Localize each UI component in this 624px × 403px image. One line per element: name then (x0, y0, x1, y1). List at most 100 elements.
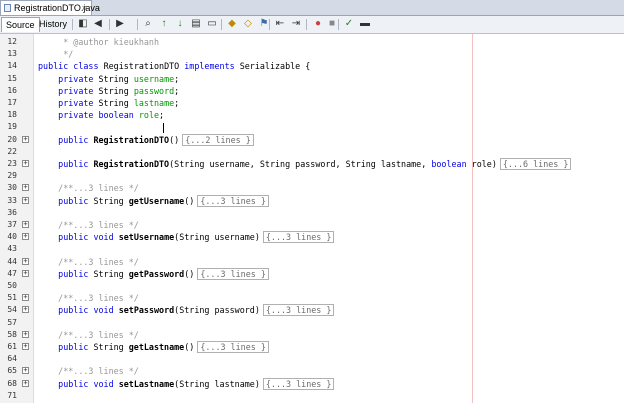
line-number: 14 (7, 61, 17, 71)
comment-token: /**...3 lines */ (38, 256, 139, 267)
code-text: * @author kieukhanh (38, 36, 159, 48)
back-icon[interactable]: ◀ (92, 18, 104, 30)
code-text: private boolean role; (38, 109, 164, 121)
find-next-icon[interactable]: ↓ (174, 18, 186, 30)
toolbar-separator (109, 19, 110, 30)
code-line: 22 (0, 146, 624, 158)
code-token: String (93, 342, 129, 352)
code-line: 15 private String username; (0, 73, 624, 85)
code-text: public String getPassword() {...3 lines } (38, 267, 269, 280)
forward-icon[interactable]: ▶ (114, 18, 126, 30)
code-token: () (184, 268, 195, 279)
line-number: 51 (7, 293, 17, 303)
expand-fold-icon[interactable]: + (22, 294, 29, 302)
collapsed-block-indicator[interactable]: {...3 lines } (262, 304, 335, 317)
text-cursor (163, 123, 167, 133)
code-line: 57 (0, 317, 624, 329)
code-token: Serializable { (239, 61, 311, 72)
keyword-token: public (38, 232, 94, 243)
collapsed-block-indicator[interactable]: {...3 lines } (262, 231, 335, 244)
toggle-highlight-icon[interactable]: ▤ (190, 18, 202, 30)
toggle-bookmark-icon[interactable]: ⚑ (258, 18, 270, 30)
file-tab[interactable]: RegistrationDTO.java × (0, 0, 100, 15)
expand-fold-icon[interactable]: + (22, 330, 29, 338)
expand-fold-icon[interactable]: + (22, 221, 29, 228)
start-macro-icon[interactable]: ● (312, 18, 324, 30)
method-name-token: setUsername (118, 232, 175, 243)
expand-fold-icon[interactable]: + (22, 135, 29, 143)
code-text: public String getLastname() {...3 lines } (38, 341, 269, 353)
code-line: 14 public class RegistrationDTO implement… (0, 60, 624, 72)
collapsed-block-indicator[interactable]: {...6 lines } (499, 158, 572, 170)
keyword-token: public (38, 159, 94, 169)
history-tab[interactable]: History (35, 17, 71, 32)
line-number: 37 (7, 220, 17, 229)
expand-fold-icon[interactable]: + (22, 257, 29, 265)
shift-left-icon[interactable]: ⇤ (274, 18, 286, 30)
keyword-token: private (38, 110, 99, 121)
code-token: () (184, 342, 195, 352)
shift-right-icon[interactable]: ⇥ (290, 18, 302, 30)
keyword-token: public (38, 195, 94, 206)
code-text: public String getUsername() {...3 lines } (38, 194, 269, 207)
collapsed-block-indicator[interactable]: {...3 lines } (197, 267, 269, 280)
expand-fold-icon[interactable]: + (22, 184, 29, 192)
line-number: 65 (7, 366, 17, 376)
method-name-token: setLastname (118, 378, 175, 389)
method-name-token: getLastname (128, 342, 185, 352)
keyword-token: public (38, 342, 94, 352)
line-number: 19 (7, 122, 17, 132)
code-line: 50 (0, 280, 624, 292)
next-bookmark-icon[interactable]: ◇ (242, 18, 254, 30)
line-number: 18 (7, 110, 17, 120)
last-edit-icon[interactable]: ◧ (77, 18, 89, 30)
prev-bookmark-icon[interactable]: ◆ (226, 18, 238, 30)
close-tab-icon[interactable]: × (82, 1, 87, 15)
code-token: ; (174, 98, 180, 108)
code-token: (String password) (174, 305, 260, 316)
line-number: 40 (7, 232, 17, 242)
line-number: 44 (7, 256, 17, 266)
collapsed-block-indicator[interactable]: {...3 lines } (262, 377, 335, 390)
expand-fold-icon[interactable]: + (22, 379, 29, 387)
field-token: username (133, 73, 175, 84)
expand-fold-icon[interactable]: + (22, 233, 29, 241)
toggle-rect-select-icon[interactable]: ▭ (206, 18, 218, 30)
find-selection-icon[interactable]: ⌕ (142, 18, 154, 30)
code-token: ; (159, 110, 165, 121)
find-previous-icon[interactable]: ↑ (158, 18, 170, 30)
comment-icon[interactable]: ✓ (343, 18, 355, 30)
uncomment-icon[interactable]: ▬ (359, 18, 371, 30)
code-text: private String username; (38, 73, 179, 85)
expand-fold-icon[interactable]: + (22, 343, 29, 350)
collapsed-block-indicator[interactable]: {...2 lines } (182, 133, 254, 146)
expand-fold-icon[interactable]: + (22, 196, 29, 204)
code-editor[interactable]: 12 * @author kieukhanh 13 */14 public clas… (0, 34, 624, 403)
field-token: role (138, 110, 160, 121)
code-text: /**...3 lines */ (38, 182, 139, 194)
code-line: 23 + public RegistrationDTO(String userna… (0, 158, 624, 170)
toolbar-separator (221, 19, 222, 30)
code-line: 16 private String password; (0, 85, 624, 97)
toolbar-separator (72, 19, 73, 30)
code-line: 65 + /**...3 lines */ (0, 365, 624, 377)
toolbar-separator (306, 19, 307, 30)
field-token: password (133, 85, 175, 96)
expand-fold-icon[interactable]: + (22, 160, 29, 167)
collapsed-block-indicator[interactable]: {...3 lines } (197, 194, 269, 207)
code-line: 36 (0, 207, 624, 219)
code-line: 44 + /**...3 lines */ (0, 256, 624, 268)
expand-fold-icon[interactable]: + (22, 306, 29, 314)
line-number: 61 (7, 342, 17, 351)
expand-fold-icon[interactable]: + (22, 269, 29, 277)
code-line: 71 (0, 390, 624, 402)
line-number: 23 (7, 159, 17, 168)
source-tab[interactable]: Source (1, 17, 40, 32)
line-number: 17 (7, 98, 17, 107)
code-token: (String username) (174, 232, 260, 243)
line-number: 47 (7, 268, 17, 278)
expand-fold-icon[interactable]: + (22, 367, 29, 375)
collapsed-block-indicator[interactable]: {...3 lines } (197, 341, 269, 353)
code-token: () (169, 134, 180, 145)
stop-macro-icon[interactable]: ■ (326, 18, 338, 30)
